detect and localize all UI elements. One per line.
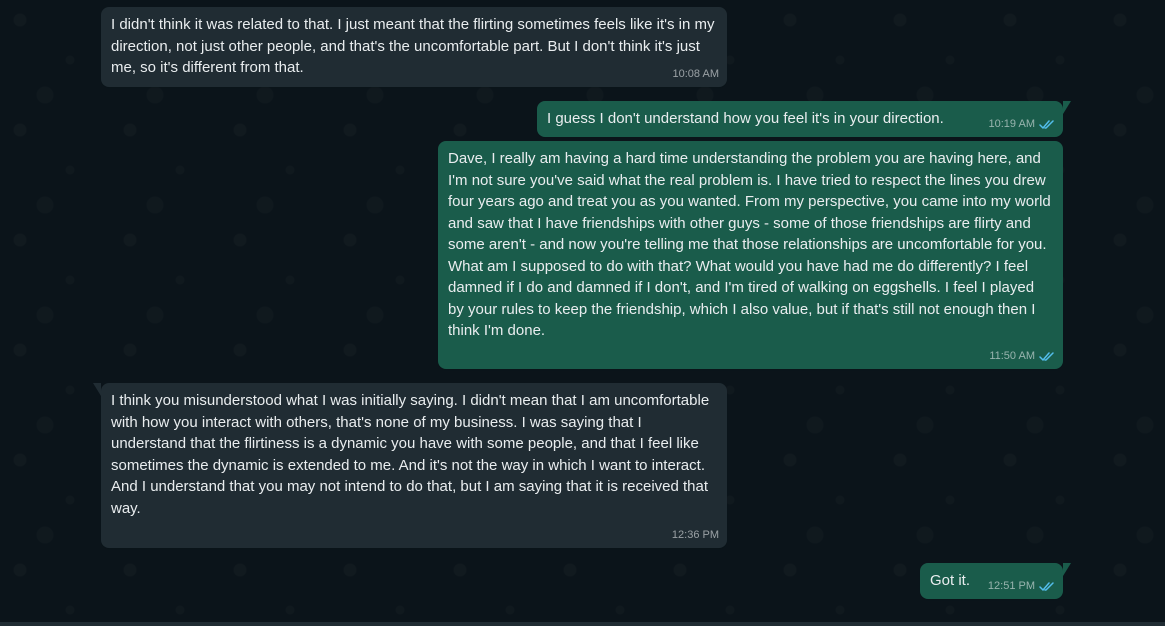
- message-timestamp: 11:50 AM: [989, 350, 1035, 362]
- message-timestamp: 10:19 AM: [988, 118, 1035, 130]
- message-text: I didn't think it was related to that. I…: [111, 16, 715, 76]
- message-meta: 11:50 AM: [989, 349, 1055, 364]
- message-bubble-outgoing[interactable]: I guess I don't understand how you feel …: [537, 101, 1071, 137]
- message-meta: 10:08 AM: [673, 67, 719, 82]
- bubble-tail: [1063, 101, 1071, 114]
- double-check-read-icon: [1039, 582, 1054, 591]
- message-meta: 12:51 PM: [988, 579, 1055, 594]
- message-bubble-incoming[interactable]: I didn't think it was related to that. I…: [101, 7, 727, 87]
- message-meta: 12:36 PM: [672, 528, 719, 543]
- bubble-tail: [1063, 563, 1071, 576]
- message-bubble-outgoing[interactable]: Got it. 12:51 PM: [920, 563, 1071, 599]
- message-timestamp: 12:36 PM: [671, 529, 719, 541]
- message-bubble-incoming[interactable]: I think you misunderstood what I was ini…: [93, 383, 727, 548]
- double-check-read-icon: [1039, 352, 1054, 361]
- message-text: I think you misunderstood what I was ini…: [111, 392, 710, 517]
- double-check-read-icon: [1039, 120, 1054, 129]
- message-timestamp: 10:08 AM: [672, 68, 719, 80]
- message-text: I guess I don't understand how you feel …: [547, 110, 944, 127]
- composer-bar-edge: [0, 622, 1165, 626]
- message-bubble-outgoing[interactable]: Dave, I really am having a hard time und…: [438, 141, 1063, 369]
- message-meta: 10:19 AM: [989, 117, 1055, 132]
- message-timestamp: 12:51 PM: [987, 580, 1035, 592]
- message-text: Dave, I really am having a hard time und…: [448, 150, 1051, 339]
- bubble-tail: [93, 383, 101, 396]
